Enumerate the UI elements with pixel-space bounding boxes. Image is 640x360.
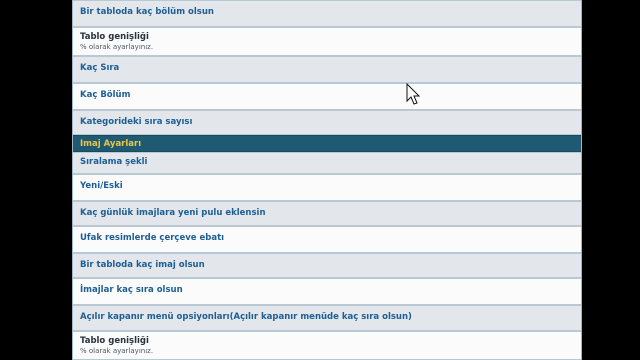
setting-hint: % olarak ayarlayınız. [80,347,154,355]
setting-row: Kategorideki sıra sayısı [73,110,581,135]
setting-row: Kaç günlük imajlara yeni pulu eklensin [73,201,581,226]
setting-label: Tablo genişliği [80,336,149,346]
setting-row: Kaç Sıra [73,56,581,83]
setting-label: Tablo genişliği [80,32,149,42]
setting-row: Yeni/Eski [73,174,581,201]
setting-row: Bir tabloda kaç imaj olsun [73,253,581,278]
setting-label: Kategorideki sıra sayısı [80,117,193,127]
setting-label: Açılır kapanır menü opsiyonları(Açılır k… [80,312,412,322]
setting-row: Ufak resimlerde çerçeve ebatı [73,226,581,253]
setting-row: Bir tabloda kaç bölüm olsun [73,0,581,27]
setting-row: Kaç Bölüm [73,83,581,110]
setting-label: Ufak resimlerde çerçeve ebatı [80,233,225,243]
setting-label: Bir tabloda kaç bölüm olsun [80,7,214,17]
setting-label: Sıralama şekli [80,157,148,167]
setting-label: Yeni/Eski [80,181,123,191]
section-title: Imaj Ayarları [80,139,142,149]
setting-row: İmajlar kaç sıra olsun [73,278,581,305]
mouse-pointer-icon [406,83,421,105]
setting-row: Sıralama şekli [73,152,581,174]
setting-label: Kaç Sıra [80,63,120,73]
setting-row: Açılır kapanır menü opsiyonları(Açılır k… [73,305,581,331]
setting-hint: % olarak ayarlayınız. [80,43,154,51]
setting-label: Kaç Bölüm [80,90,131,100]
settings-panel: Bir tabloda kaç bölüm olsun Tablo genişl… [72,0,582,360]
setting-label: Bir tabloda kaç imaj olsun [80,260,205,270]
setting-row: Tablo genişliği % olarak ayarlayınız. [73,331,581,360]
section-header: Imaj Ayarları [73,135,581,152]
setting-label: Kaç günlük imajlara yeni pulu eklensin [80,208,266,218]
setting-label: İmajlar kaç sıra olsun [80,285,183,295]
setting-row: Tablo genişliği % olarak ayarlayınız. [73,27,581,56]
